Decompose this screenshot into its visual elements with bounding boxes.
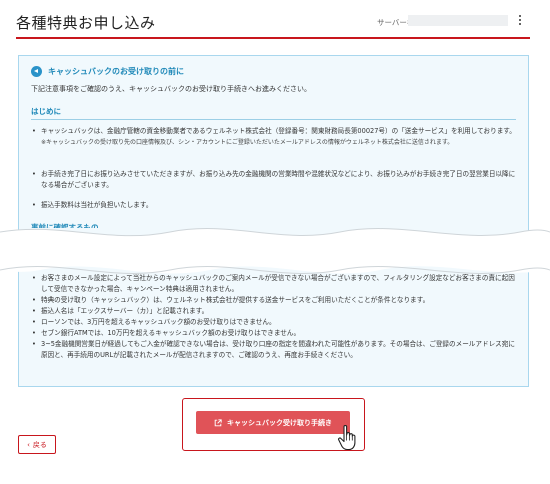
list-item: 振込人名は「エックスサーバー（カ）」と記載されます。: [31, 306, 516, 317]
notice-heading: キャッシュバックのお受け取りの前に: [31, 66, 184, 77]
cashback-procedure-button[interactable]: キャッシュバック受け取り手続き: [196, 411, 350, 434]
list-item: ローソンでは、3万円を超えるキャッシュバック額のお受け取りはできません。: [31, 317, 516, 328]
list-item-text: 特典の受け取り（キャッシュバック）は、ウェルネット株式会社が提供する送金サービス…: [41, 296, 430, 304]
list-item-text: セブン銀行ATMでは、10万円を超えるキャッシュバック額のお受け取りはできません…: [41, 329, 301, 337]
section-divider: [31, 119, 516, 120]
list-item: お手続き完了日にお振り込みさせていただきますが、お振り込み先の金融機関の営業時間…: [31, 169, 516, 191]
list-item-note: ※キャッシュバックの受け取り先の口座情報及び、シン・アカウントにご登録いただいた…: [41, 139, 454, 146]
list-item-text: お手続き完了日にお振り込みさせていただきますが、お振り込み先の金融機関の営業時間…: [41, 170, 516, 189]
notice-intro: 下記注意事項をご確認のうえ、キャッシュバックのお受け取り手続きへお進みください。: [31, 85, 311, 93]
list-item-text: 振込手数料は当社が負担いたします。: [41, 201, 153, 209]
list-item: セブン銀行ATMでは、10万円を超えるキャッシュバック額のお受け取りはできません…: [31, 328, 516, 339]
list-item: 3~5金融機関営業日が経過してもご入金が確認できない場合は、受け取り口座の指定を…: [31, 339, 516, 361]
list-item-text: 3~5金融機関営業日が経過してもご入金が確認できない場合は、受け取り口座の指定を…: [41, 340, 515, 359]
torn-edge-divider: [0, 228, 550, 274]
page-title: 各種特典お申し込み: [16, 14, 156, 32]
megaphone-icon: [31, 66, 42, 77]
server-name-value: [408, 15, 508, 26]
chevron-left-icon: ‹: [27, 440, 30, 449]
header-divider: [16, 37, 530, 39]
hand-pointer-icon: [338, 425, 356, 451]
list-item-text: キャッシュバックは、金融庁管轄の資金移動業者であるウェルネット株式会社（登録番号…: [41, 127, 516, 135]
external-link-icon: [214, 418, 222, 426]
section-title-intro: はじめに: [31, 107, 61, 116]
list-item-text: 振込人名は「エックスサーバー（カ）」と記載されます。: [41, 307, 209, 315]
list-item: 特典の受け取り（キャッシュバック）は、ウェルネット株式会社が提供する送金サービス…: [31, 295, 516, 306]
back-button[interactable]: ‹ 戻る: [18, 435, 56, 454]
cashback-procedure-button-label: キャッシュバック受け取り手続き: [227, 418, 332, 427]
back-button-label: 戻る: [32, 440, 47, 449]
list-item: キャッシュバックは、金融庁管轄の資金移動業者であるウェルネット株式会社（登録番号…: [31, 126, 516, 148]
notice-title-text: キャッシュバックのお受け取りの前に: [48, 67, 184, 76]
page-header: 各種特典お申し込み サーバー名: [0, 0, 550, 38]
list-item-text: ローソンでは、3万円を超えるキャッシュバック額のお受け取りはできません。: [41, 318, 276, 326]
kebab-menu-icon[interactable]: [516, 13, 524, 29]
